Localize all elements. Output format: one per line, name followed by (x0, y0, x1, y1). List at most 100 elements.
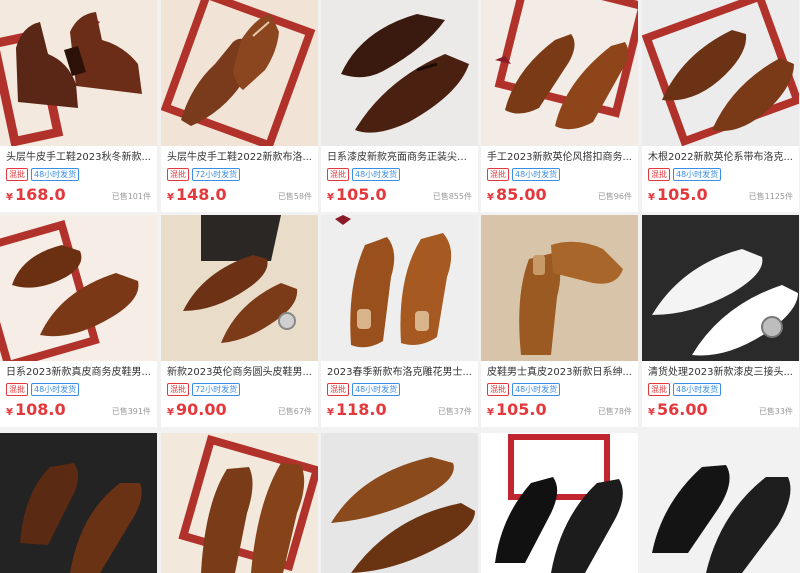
product-image[interactable] (161, 0, 318, 146)
mix-batch-tag: 混批 (167, 383, 189, 396)
sold-count: 已售855件 (432, 192, 472, 201)
product-title[interactable]: 清货处理2023新款漆皮三接头... (648, 366, 796, 380)
product-image[interactable] (161, 215, 318, 361)
product-tags: 混批 48小时发货 (327, 383, 401, 396)
product-tags: 混批 48小时发货 (487, 383, 561, 396)
shipping-tag: 48小时发货 (352, 168, 401, 181)
product-price: ¥168.0 (6, 184, 66, 209)
product-card[interactable]: 头层牛皮手工鞋2023秋冬新款... 混批 48小时发货 ¥168.0 已售10… (0, 0, 157, 212)
mix-batch-tag: 混批 (648, 168, 670, 181)
mix-batch-tag: 混批 (6, 168, 28, 181)
price-value: 105.0 (656, 185, 708, 204)
mix-batch-tag: 混批 (648, 383, 670, 396)
product-card[interactable]: 木根2022新款英伦系带布洛克... 混批 48小时发货 ¥105.0 已售11… (642, 0, 799, 212)
product-card[interactable]: 皮鞋男士真皮2023新款日系绅... 混批 48小时发货 ¥105.0 已售78… (481, 215, 638, 427)
product-title[interactable]: 木根2022新款英伦系带布洛克... (648, 151, 796, 165)
product-tags: 混批 48小时发货 (6, 168, 80, 181)
currency-symbol: ¥ (167, 407, 174, 418)
product-card[interactable]: 清货处理2023新款漆皮三接头... 混批 48小时发货 ¥56.00 已售33… (642, 215, 799, 427)
product-card[interactable] (481, 433, 638, 573)
currency-symbol: ¥ (487, 192, 494, 203)
product-price: ¥108.0 (6, 399, 66, 424)
mix-batch-tag: 混批 (487, 168, 509, 181)
product-price: ¥105.0 (648, 184, 708, 209)
product-tags: 混批 48小时发货 (327, 168, 401, 181)
sold-count: 已售101件 (111, 192, 151, 201)
product-price: ¥118.0 (327, 399, 387, 424)
sold-count: 已售33件 (758, 407, 793, 416)
mix-batch-tag: 混批 (327, 383, 349, 396)
price-value: 148.0 (175, 185, 227, 204)
product-image[interactable] (0, 215, 157, 361)
product-card[interactable] (0, 433, 157, 573)
currency-symbol: ¥ (487, 407, 494, 418)
shipping-tag: 48小时发货 (512, 383, 561, 396)
mix-batch-tag: 混批 (6, 383, 28, 396)
product-card[interactable]: 日系漆皮新款亮面商务正装尖头... 混批 48小时发货 ¥105.0 已售855… (321, 0, 478, 212)
sold-count: 已售78件 (597, 407, 632, 416)
product-title[interactable]: 皮鞋男士真皮2023新款日系绅... (487, 366, 635, 380)
price-value: 105.0 (335, 185, 387, 204)
product-image[interactable] (321, 215, 478, 361)
sold-count: 已售96件 (597, 192, 632, 201)
price-value: 168.0 (14, 185, 66, 204)
product-title[interactable]: 手工2023新款英伦风搭扣商务... (487, 151, 635, 165)
price-value: 118.0 (335, 400, 387, 419)
product-card[interactable] (161, 433, 318, 573)
product-price: ¥105.0 (487, 399, 547, 424)
product-card[interactable]: 日系2023新款真皮商务皮鞋男... 混批 48小时发货 ¥108.0 已售39… (0, 215, 157, 427)
sold-count: 已售67件 (277, 407, 312, 416)
mix-batch-tag: 混批 (487, 383, 509, 396)
product-image[interactable] (481, 433, 638, 573)
product-image[interactable] (161, 433, 318, 573)
mix-batch-tag: 混批 (327, 168, 349, 181)
mix-batch-tag: 混批 (167, 168, 189, 181)
product-image[interactable] (0, 0, 157, 146)
currency-symbol: ¥ (327, 192, 334, 203)
currency-symbol: ¥ (6, 407, 13, 418)
shipping-tag: 72小时发货 (192, 383, 241, 396)
shipping-tag: 48小时发货 (31, 168, 80, 181)
product-price: ¥90.00 (167, 399, 227, 424)
currency-symbol: ¥ (648, 407, 655, 418)
price-value: 56.00 (656, 400, 708, 419)
product-image[interactable] (642, 433, 799, 573)
product-image[interactable] (481, 0, 638, 146)
product-image[interactable] (0, 433, 157, 573)
sold-count: 已售391件 (111, 407, 151, 416)
shipping-tag: 48小时发货 (512, 168, 561, 181)
product-image[interactable] (642, 0, 799, 146)
product-title[interactable]: 头层牛皮手工鞋2023秋冬新款... (6, 151, 154, 165)
shipping-tag: 72小时发货 (192, 168, 241, 181)
price-value: 90.00 (175, 400, 227, 419)
product-title[interactable]: 新款2023英伦商务圆头皮鞋男... (167, 366, 315, 380)
price-value: 85.00 (495, 185, 547, 204)
price-value: 105.0 (495, 400, 547, 419)
currency-symbol: ¥ (167, 192, 174, 203)
shipping-tag: 48小时发货 (31, 383, 80, 396)
product-card[interactable]: 头层牛皮手工鞋2022新款布洛... 混批 72小时发货 ¥148.0 已售58… (161, 0, 318, 212)
product-card[interactable]: 新款2023英伦商务圆头皮鞋男... 混批 72小时发货 ¥90.00 已售67… (161, 215, 318, 427)
currency-symbol: ¥ (648, 192, 655, 203)
product-card[interactable]: 手工2023新款英伦风搭扣商务... 混批 48小时发货 ¥85.00 已售96… (481, 0, 638, 212)
product-tags: 混批 48小时发货 (6, 383, 80, 396)
product-title[interactable]: 头层牛皮手工鞋2022新款布洛... (167, 151, 315, 165)
product-title[interactable]: 2023春季新款布洛克雕花男士... (327, 366, 475, 380)
product-image[interactable] (321, 0, 478, 146)
product-card[interactable]: 2023春季新款布洛克雕花男士... 混批 48小时发货 ¥118.0 已售37… (321, 215, 478, 427)
product-title[interactable]: 日系2023新款真皮商务皮鞋男... (6, 366, 154, 380)
product-card[interactable] (321, 433, 478, 573)
product-tags: 混批 72小时发货 (167, 168, 241, 181)
currency-symbol: ¥ (327, 407, 334, 418)
product-card[interactable] (642, 433, 799, 573)
product-image[interactable] (642, 215, 799, 361)
product-tags: 混批 72小时发货 (167, 383, 241, 396)
product-price: ¥56.00 (648, 399, 708, 424)
product-image[interactable] (481, 215, 638, 361)
product-tags: 混批 48小时发货 (648, 383, 722, 396)
product-title[interactable]: 日系漆皮新款亮面商务正装尖头... (327, 151, 475, 165)
shipping-tag: 48小时发货 (673, 383, 722, 396)
currency-symbol: ¥ (6, 192, 13, 203)
shipping-tag: 48小时发货 (673, 168, 722, 181)
product-image[interactable] (321, 433, 478, 573)
